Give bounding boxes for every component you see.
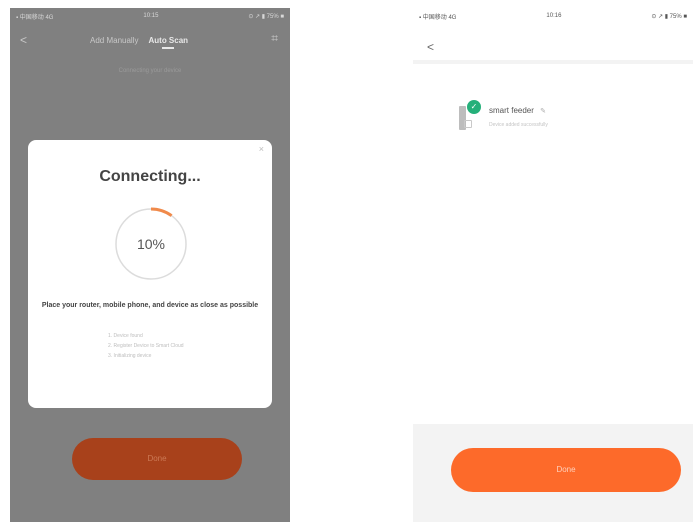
tab-add-manually[interactable]: Add Manually bbox=[90, 36, 138, 45]
progress-percent: 10% bbox=[136, 236, 166, 252]
progress-ring: 10% bbox=[112, 205, 190, 283]
clock: 10:16 bbox=[546, 13, 562, 19]
step-item: 3. Initializing device bbox=[108, 353, 152, 359]
device-added-screen: ▪ 中国移动 4G 10:16 ⊙ ↗ ▮ 75% ■ < ✓ smart fe… bbox=[413, 8, 693, 522]
edit-icon[interactable]: ✎ bbox=[540, 108, 546, 115]
done-button[interactable]: Done bbox=[72, 438, 242, 480]
battery-indicator: ⊙ ↗ ▮ 75% ■ bbox=[651, 13, 687, 20]
check-icon: ✓ bbox=[467, 100, 481, 114]
clock: 10:15 bbox=[143, 13, 159, 19]
done-button-label: Done bbox=[556, 465, 576, 474]
device-card: ✓ smart feeder ✎ Device added successful… bbox=[413, 64, 693, 424]
status-bar: ▪ 中国移动 4G 10:16 ⊙ ↗ ▮ 75% ■ bbox=[413, 8, 693, 24]
device-icon: ✓ bbox=[459, 100, 481, 130]
placement-tip: Place your router, mobile phone, and dev… bbox=[41, 302, 259, 309]
device-status: Device added successfully bbox=[489, 122, 548, 128]
tab-bar: Add Manually Auto Scan bbox=[90, 36, 188, 49]
step-item: 1. Device found bbox=[108, 333, 143, 339]
step-item: 2. Register Device to Smart Cloud bbox=[108, 343, 184, 349]
connecting-dialog: × Connecting... 10% Place your router, m… bbox=[28, 140, 272, 408]
back-icon[interactable]: < bbox=[427, 40, 434, 54]
header: ▪ 中国移动 4G 10:16 ⊙ ↗ ▮ 75% ■ < bbox=[413, 8, 693, 60]
back-icon[interactable]: < bbox=[20, 33, 27, 47]
nav-bar: < Add Manually Auto Scan ⌗ bbox=[10, 28, 290, 54]
signal-indicator: ▪ 中国移动 4G bbox=[16, 14, 54, 21]
connecting-screen: ▪ 中国移动 4G 10:15 ⊙ ↗ ▮ 75% ■ < Add Manual… bbox=[10, 8, 290, 522]
signal-indicator: ▪ 中国移动 4G bbox=[419, 14, 457, 21]
dialog-title: Connecting... bbox=[99, 168, 201, 185]
tab-auto-scan[interactable]: Auto Scan bbox=[148, 36, 188, 49]
done-button[interactable]: Done bbox=[451, 448, 681, 492]
scan-icon[interactable]: ⌗ bbox=[271, 31, 278, 46]
page-subtitle: Connecting your device bbox=[118, 68, 182, 74]
step-list: 1. Device found 2. Register Device to Sm… bbox=[108, 331, 184, 361]
device-name-row[interactable]: smart feeder ✎ bbox=[489, 106, 546, 115]
device-name: smart feeder bbox=[489, 106, 534, 115]
battery-indicator: ⊙ ↗ ▮ 75% ■ bbox=[248, 13, 284, 20]
done-button-label: Done bbox=[147, 454, 167, 463]
status-bar: ▪ 中国移动 4G 10:15 ⊙ ↗ ▮ 75% ■ bbox=[10, 8, 290, 24]
close-icon[interactable]: × bbox=[259, 144, 264, 154]
